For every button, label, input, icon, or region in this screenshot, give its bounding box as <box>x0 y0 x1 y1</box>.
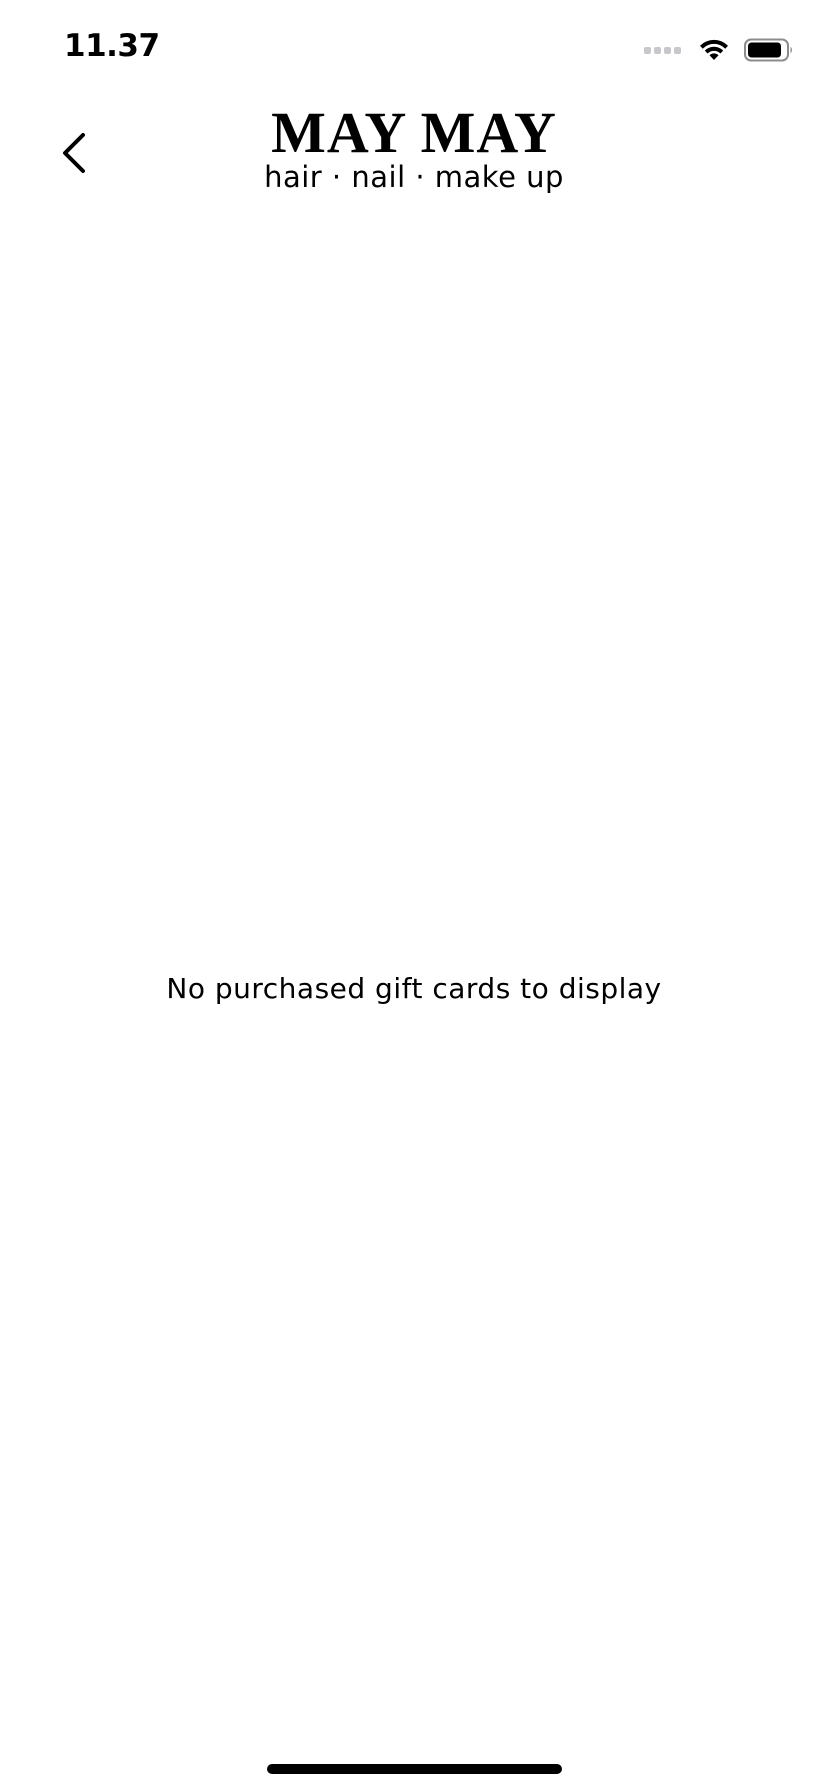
battery-icon <box>744 38 792 62</box>
navigation-bar: MAY MAY hair · nail · make up <box>0 100 828 210</box>
logo-title: MAY MAY <box>271 100 557 165</box>
status-time: 11.37 <box>64 28 160 64</box>
cellular-signal-icon <box>644 47 681 54</box>
status-bar: 11.37 <box>0 0 828 100</box>
empty-state-message: No purchased gift cards to display <box>166 972 662 1005</box>
wifi-icon <box>700 39 728 60</box>
status-icons <box>644 34 794 66</box>
brand-logo: MAY MAY hair · nail · make up <box>0 100 828 194</box>
logo-tagline: hair · nail · make up <box>264 160 564 194</box>
home-indicator[interactable] <box>267 1764 562 1774</box>
